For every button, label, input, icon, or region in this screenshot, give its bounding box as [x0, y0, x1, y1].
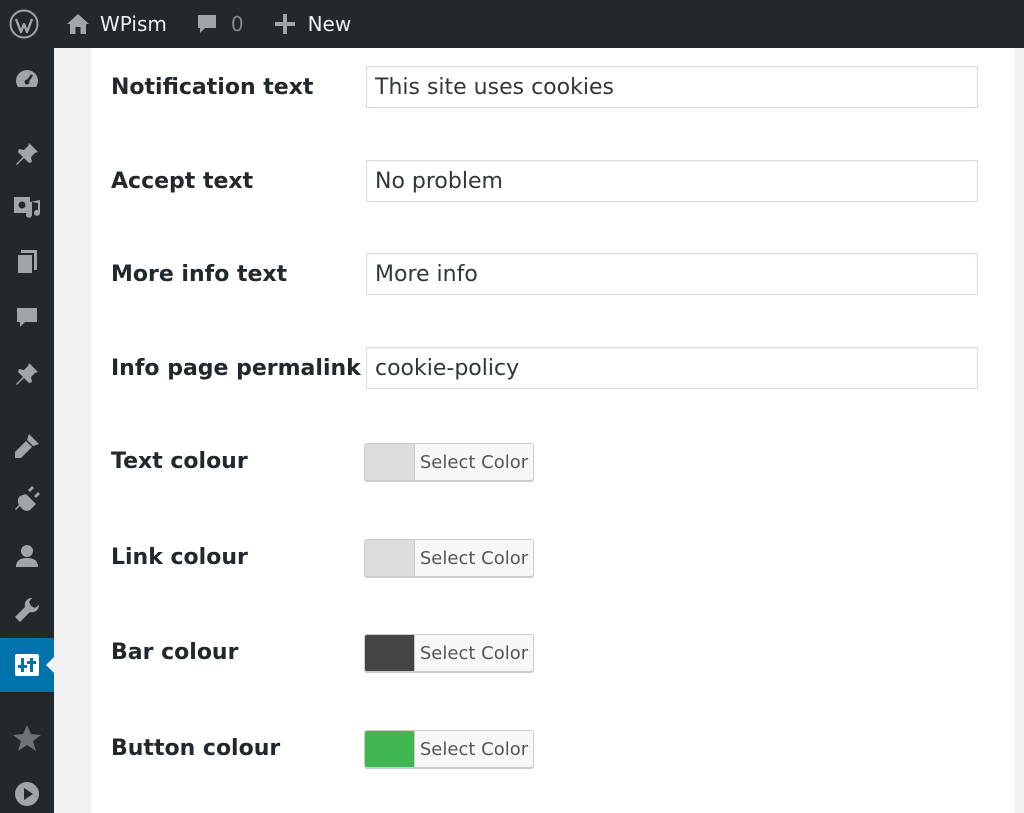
info-page-permalink-input[interactable] — [366, 347, 978, 389]
bar-colour-row: Bar colour Select Color — [91, 631, 1015, 675]
menu-settings[interactable] — [0, 638, 54, 692]
menu-comments[interactable] — [0, 294, 54, 342]
link-colour-picker[interactable]: Select Color — [364, 539, 534, 577]
admin-side-menu — [0, 48, 54, 813]
more-info-text-row: More info text — [91, 253, 1015, 297]
text-colour-swatch[interactable] — [365, 444, 415, 480]
link-colour-row: Link colour Select Color — [91, 536, 1015, 580]
dashboard-icon — [16, 70, 38, 87]
menu-custom-posts[interactable] — [0, 350, 54, 398]
accept-text-input[interactable] — [366, 160, 978, 202]
link-colour-swatch[interactable] — [365, 540, 415, 576]
menu-dashboard[interactable] — [0, 56, 54, 104]
pin-icon — [16, 143, 38, 165]
bar-colour-picker[interactable]: Select Color — [364, 634, 534, 672]
text-colour-select-button[interactable]: Select Color — [415, 444, 533, 480]
home-icon — [67, 14, 89, 34]
comment-count: 0 — [230, 12, 244, 36]
info-page-permalink-label: Info page permalink — [111, 356, 361, 381]
bar-colour-select-button[interactable]: Select Color — [415, 635, 533, 671]
plus-icon — [274, 14, 295, 34]
new-content-button[interactable]: New — [244, 0, 352, 48]
menu-plugins[interactable] — [0, 476, 54, 524]
site-name: WPism — [100, 12, 167, 36]
link-colour-label: Link colour — [111, 545, 248, 570]
notification-text-label: Notification text — [111, 75, 314, 100]
pages-icon — [16, 250, 37, 275]
admin-bar: WPism 0 New — [0, 0, 1024, 48]
accept-text-row: Accept text — [91, 160, 1015, 204]
menu-users[interactable] — [0, 532, 54, 580]
star-icon — [13, 725, 41, 751]
appearance-icon — [15, 434, 39, 458]
text-colour-label: Text colour — [111, 449, 248, 474]
comment-bubble-icon — [197, 15, 216, 33]
menu-video-plugin[interactable] — [0, 770, 54, 813]
settings-form: Notification text Accept text More info … — [91, 48, 1015, 813]
button-colour-picker[interactable]: Select Color — [364, 730, 534, 768]
menu-appearance[interactable] — [0, 422, 54, 470]
bar-colour-swatch[interactable] — [365, 635, 415, 671]
more-info-text-label: More info text — [111, 262, 288, 287]
more-info-text-input[interactable] — [366, 253, 978, 295]
menu-posts[interactable] — [0, 130, 54, 178]
menu-tools[interactable] — [0, 586, 54, 634]
settings-icon — [15, 654, 39, 676]
accept-text-label: Accept text — [111, 169, 254, 194]
wordpress-logo-icon — [9, 9, 39, 39]
bar-colour-label: Bar colour — [111, 640, 239, 665]
text-colour-row: Text colour Select Color — [91, 440, 1015, 484]
button-colour-label: Button colour — [111, 736, 281, 761]
new-label: New — [307, 12, 352, 36]
wordpress-menu[interactable] — [0, 0, 48, 48]
comments-icon — [17, 308, 37, 327]
menu-starred-plugin[interactable] — [0, 714, 54, 762]
play-icon — [15, 782, 39, 806]
menu-pages[interactable] — [0, 238, 54, 286]
plugins-icon — [15, 486, 40, 511]
text-colour-picker[interactable]: Select Color — [364, 443, 534, 481]
button-colour-swatch[interactable] — [365, 731, 415, 767]
media-icon — [14, 197, 40, 218]
menu-media[interactable] — [0, 184, 54, 232]
notification-text-input[interactable] — [366, 66, 978, 108]
link-colour-select-button[interactable]: Select Color — [415, 540, 533, 576]
site-home-link[interactable]: WPism — [48, 0, 167, 48]
tools-icon — [15, 597, 40, 622]
comments-link[interactable]: 0 — [167, 0, 244, 48]
pin-icon — [16, 363, 38, 385]
button-colour-select-button[interactable]: Select Color — [415, 731, 533, 767]
button-colour-row: Button colour Select Color — [91, 727, 1015, 771]
info-page-permalink-row: Info page permalink — [91, 347, 1015, 391]
users-icon — [16, 545, 38, 567]
notification-text-row: Notification text — [91, 66, 1015, 110]
